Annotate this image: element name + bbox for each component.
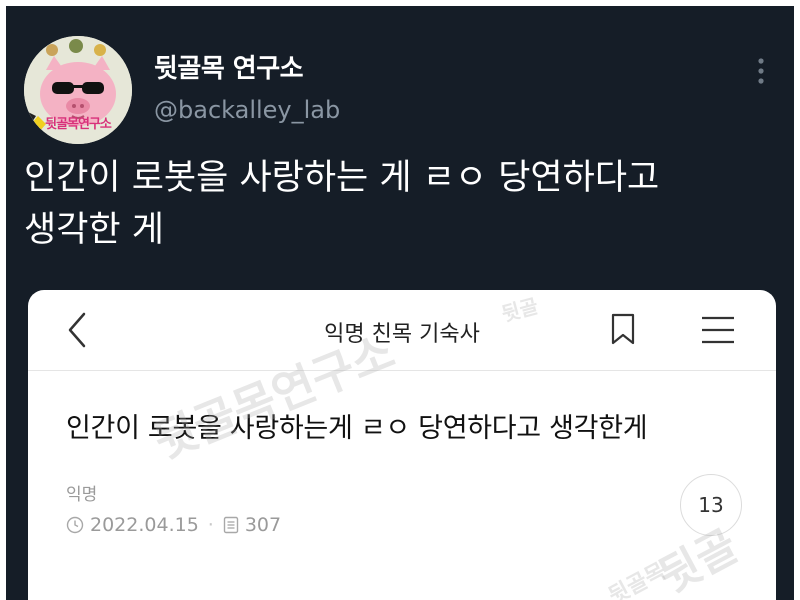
post-views: 307 bbox=[244, 514, 282, 536]
user-handle[interactable]: @backalley_lab bbox=[154, 96, 340, 124]
avatar-logo-text: 뒷골목연구소 bbox=[45, 117, 112, 132]
post-date: 2022.04.15 bbox=[90, 514, 199, 536]
menu-icon[interactable] bbox=[698, 314, 738, 346]
board-title: 익명 친목 기숙사 bbox=[324, 322, 480, 347]
board-header: 익명 친목 기숙사 bbox=[28, 290, 776, 371]
post-meta: 2022.04.15 · 307 bbox=[66, 514, 281, 536]
avatar[interactable]: 뒷골목연구소 bbox=[24, 36, 132, 144]
bookmark-icon[interactable] bbox=[608, 312, 638, 346]
document-icon bbox=[223, 516, 239, 534]
clock-icon bbox=[66, 516, 84, 534]
tweet: 뒷골목연구소 뒷골목 연구소 @backalley_lab 인간이 로봇을 사랑… bbox=[6, 6, 794, 600]
display-name[interactable]: 뒷골목 연구소 bbox=[154, 48, 304, 85]
post-author: 익명 bbox=[66, 485, 98, 505]
meta-separator: · bbox=[207, 514, 214, 536]
more-vertical-icon[interactable] bbox=[758, 58, 764, 84]
tweet-text: 인간이 로봇을 사랑하는 게 ㄹㅇ 당연하다고 생각한 게 bbox=[24, 158, 660, 250]
